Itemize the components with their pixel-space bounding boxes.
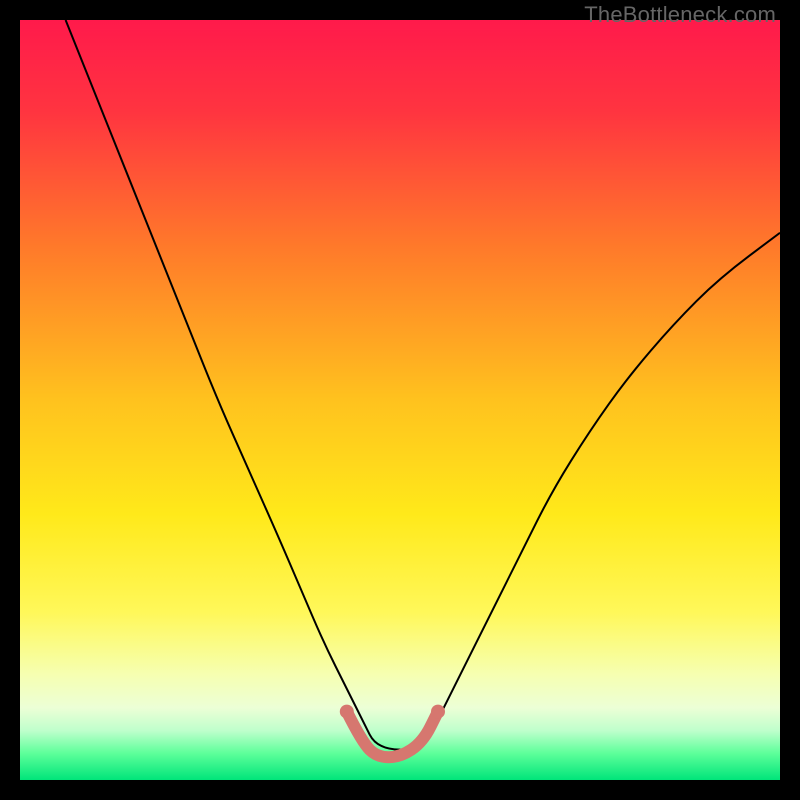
watermark-text: TheBottleneck.com: [584, 2, 776, 28]
series-valley-highlight-dot: [431, 705, 445, 719]
series-valley-highlight-dot: [340, 705, 354, 719]
chart-frame: [20, 20, 780, 780]
bottleneck-chart: [20, 20, 780, 780]
chart-background: [20, 20, 780, 780]
